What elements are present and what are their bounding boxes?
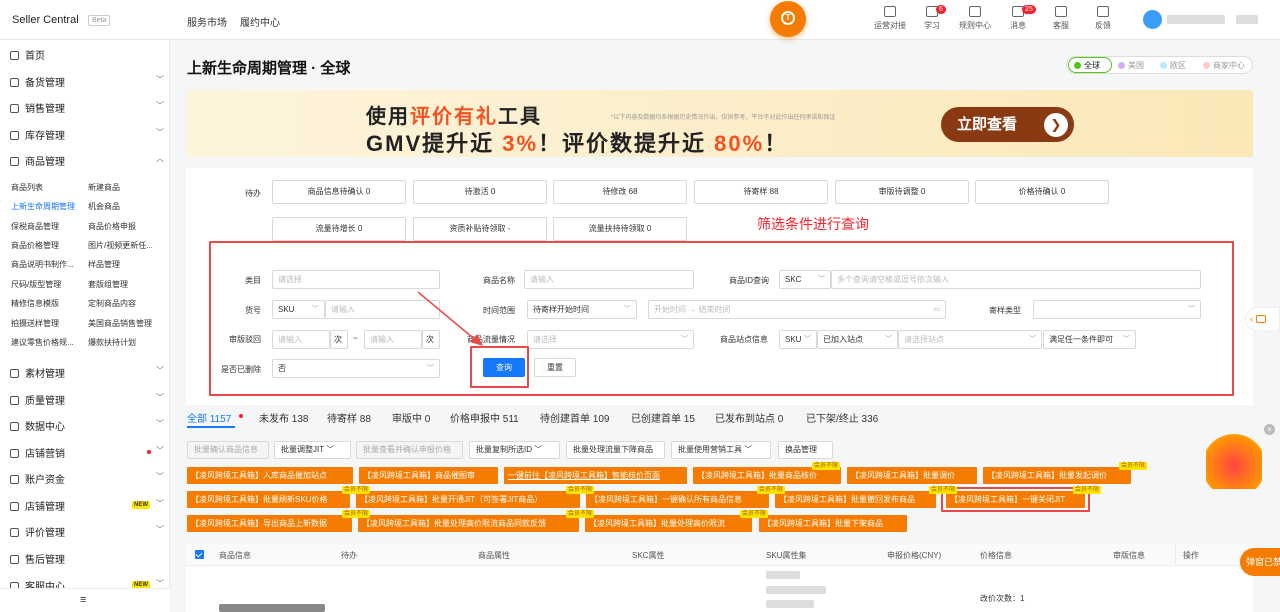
chevron-down-icon: ﹀	[534, 445, 543, 454]
batch-copy-id-button[interactable]: 批量复制所选ID ﹀	[469, 441, 560, 459]
tool-export-new-data-button[interactable]: 【凌风跨境工具箱】导出商品上新数据	[187, 515, 352, 532]
product-thumbnail[interactable]	[219, 604, 325, 612]
annotation-close-jit-box	[941, 487, 1090, 512]
col-product-attrs: 商品属性	[478, 551, 510, 560]
col-sku-attrs: SKU属性集	[766, 551, 807, 560]
tab-first-order-created[interactable]: 已创建首单 15	[631, 410, 695, 425]
popup-disabled-button[interactable]: 弹窗已禁	[1240, 548, 1280, 576]
col-price-info: 价格信息	[980, 551, 1012, 560]
batch-marketing-tools-button[interactable]: 批量使用营销工具 ﹀	[671, 441, 771, 459]
member-tag: 会员不限	[929, 486, 958, 494]
button-label: 批量复制所选ID	[476, 445, 532, 454]
col-todo: 待办	[341, 551, 357, 560]
member-tag: 会员不限	[757, 486, 786, 494]
member-tag: 会员不限	[812, 462, 841, 470]
tool-high-price-limit-button[interactable]: 【凌风跨境工具箱】批量处理高价限流	[585, 515, 752, 532]
batch-adjust-jit-button[interactable]: 批量调整JIT ﹀	[274, 441, 351, 459]
tab-pending-sample[interactable]: 待寄样 88	[327, 410, 371, 425]
table-row	[186, 566, 1253, 612]
tool-confirm-all-info-button[interactable]: 【凌风跨境工具箱】一键确认所有商品信息	[586, 491, 769, 508]
chevron-down-icon: ﹀	[326, 445, 335, 454]
member-tag: 会员不限	[342, 486, 371, 494]
side-feedback-tab[interactable]: ‹	[1245, 307, 1280, 331]
chat-icon	[1255, 315, 1266, 323]
product-swap-button[interactable]: 换品管理	[778, 441, 833, 459]
member-tag: 会员不限	[566, 486, 595, 494]
col-product-info: 商品信息	[219, 551, 251, 560]
member-tag: 会员不限	[1073, 486, 1102, 494]
tab-reviewing[interactable]: 审版中 0	[392, 410, 430, 425]
annotation-arrow-head	[470, 334, 483, 346]
tool-batch-initiate-price-button[interactable]: 【凌风跨境工具箱】批量发起调价	[983, 467, 1131, 484]
tool-withdraw-publish-button[interactable]: 【凌风跨境工具箱】批量撤回发布商品	[775, 491, 936, 508]
tab-delisted[interactable]: 已下架/终止 336	[806, 410, 878, 425]
button-label: 批量使用营销工具	[678, 445, 742, 454]
member-tag: 会员不限	[342, 510, 371, 518]
tab-all-dot	[239, 414, 243, 418]
blurred-sku-attr	[766, 600, 814, 608]
chevron-left-icon: ‹	[1250, 314, 1253, 324]
tool-smart-pricing-link[interactable]: 一键前往【凌风跨境工具箱】智能核价页面	[504, 467, 687, 484]
close-icon[interactable]: ×	[1264, 424, 1275, 435]
member-tag: 会员不限	[566, 510, 595, 518]
promo-gift-badge[interactable]	[1206, 431, 1262, 489]
tool-urge-image-review-button[interactable]: 【凌风跨境工具箱】商品催图审	[359, 467, 498, 484]
col-review-info: 审版信息	[1113, 551, 1145, 560]
col-skc-attrs: SKC属性	[632, 551, 665, 560]
tool-high-price-feedback-button[interactable]: 【凌风跨境工具箱】批量处理高价限流商品同款反馈	[358, 515, 579, 532]
tab-pending-first-order[interactable]: 待创建首单 109	[540, 410, 609, 425]
col-actions: 操作	[1183, 551, 1199, 560]
select-all-checkbox[interactable]	[195, 550, 204, 559]
chevron-down-icon: ﹀	[744, 445, 753, 454]
member-tag: 会员不限	[1119, 462, 1148, 470]
tab-unpublished[interactable]: 未发布 138	[259, 410, 308, 425]
tab-all[interactable]: 全部 1157	[187, 410, 231, 425]
button-label: 批量调整JIT	[281, 445, 324, 454]
blurred-sku-attr	[766, 586, 826, 594]
member-tag: 会员不限	[740, 510, 769, 518]
tool-batch-delist-button[interactable]: 【凌风跨境工具箱】批量下架商品	[759, 515, 907, 532]
tab-active-indicator	[187, 426, 235, 428]
batch-traffic-drop-button[interactable]: 批量处理流量下降商品	[566, 441, 665, 459]
col-declared-price: 申报价格(CNY)	[887, 551, 942, 560]
tab-label: 全部 1157	[187, 414, 232, 425]
tool-batch-adjust-price-button[interactable]: 【凌风跨境工具箱】批量调价	[847, 467, 977, 484]
annotation-arrow-line	[417, 291, 479, 343]
tab-published-to-site[interactable]: 已发布到站点 0	[715, 410, 783, 425]
tab-price-declaring[interactable]: 价格申报中 511	[450, 410, 519, 425]
tool-batch-open-jit-button[interactable]: 【凌风跨境工具箱】批量开通JIT（可签署JIT商品）	[356, 491, 580, 508]
blurred-sku-attr	[766, 571, 800, 579]
price-change-count: 改价次数：1	[980, 594, 1025, 603]
tool-urge-site-button[interactable]: 【凌风跨境工具箱】入库商品催加站点	[187, 467, 353, 484]
batch-confirm-info-button[interactable]: 批量确认商品信息	[187, 441, 269, 459]
batch-view-price-button[interactable]: 批量查看并确认申报价格	[356, 441, 463, 459]
tool-refresh-sku-price-button[interactable]: 【凌风跨境工具箱】批量刷新SKU价格	[187, 491, 350, 508]
